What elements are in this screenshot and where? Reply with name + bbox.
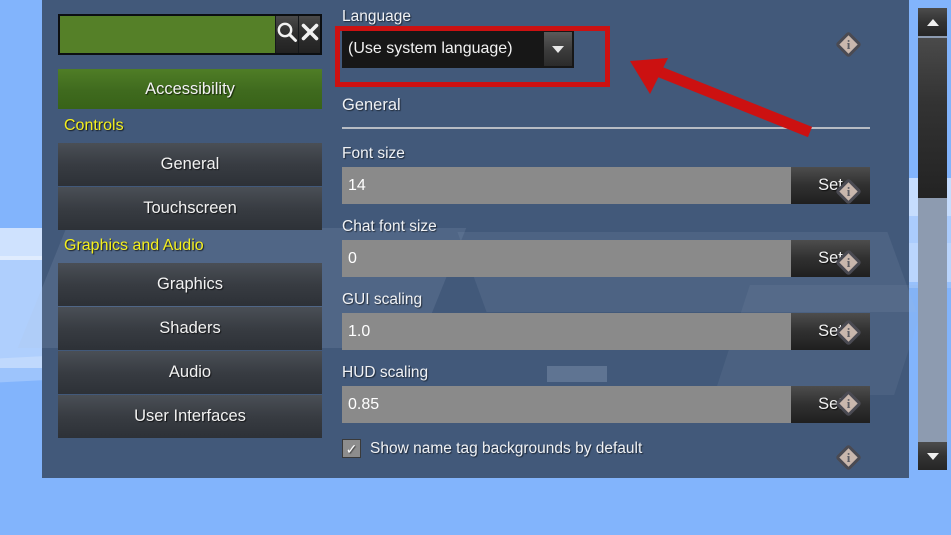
triangle-up-icon [926, 18, 939, 26]
sidebar-item-label: General [160, 155, 220, 173]
section-divider [342, 127, 870, 129]
field-label: Font size [342, 145, 405, 162]
sidebar-group-label-graphics-and-audio: Graphics and Audio [64, 237, 204, 254]
section-title-general: General [342, 96, 401, 114]
name-tag-backgrounds-checkbox[interactable]: ✓ [342, 439, 361, 458]
game-settings-screen: Accessibility Controls General Touchscre… [0, 0, 951, 535]
sidebar-item-shaders[interactable]: Shaders [58, 307, 322, 350]
settings-window: Accessibility Controls General Touchscre… [17, 0, 947, 478]
settings-content-pane: Language (Use system language) General F… [342, 8, 870, 470]
sidebar-item-label: Graphics [156, 275, 224, 293]
content-scrollbar[interactable] [918, 8, 947, 470]
gui-scaling-input[interactable] [342, 313, 791, 350]
sidebar-item-accessibility[interactable]: Accessibility [58, 69, 322, 109]
search-bar [58, 14, 322, 55]
checkbox-label: Show name tag backgrounds by default [370, 439, 643, 457]
sidebar-group-label-controls: Controls [64, 117, 124, 134]
sidebar-item-general[interactable]: General [58, 143, 322, 186]
bottom-toolbar: Back Show technical names Show advanced … [0, 483, 951, 535]
search-icon [276, 21, 298, 48]
field-gui-scaling: GUI scaling Set [342, 291, 870, 350]
chevron-down-icon[interactable] [544, 32, 572, 66]
clear-search-button[interactable] [298, 16, 320, 53]
sidebar-item-touchscreen[interactable]: Touchscreen [58, 187, 322, 230]
language-dropdown-value: (Use system language) [348, 40, 513, 57]
font-size-input[interactable] [342, 167, 791, 204]
check-icon: ✓ [345, 440, 358, 457]
info-icon[interactable]: i [835, 178, 862, 208]
field-font-size: Font size Set [342, 145, 870, 204]
sidebar-item-graphics[interactable]: Graphics [58, 263, 322, 306]
hud-scaling-input[interactable] [342, 386, 791, 423]
language-dropdown[interactable]: (Use system language) [342, 30, 574, 68]
sidebar-item-label: Audio [168, 363, 212, 381]
scrollbar-thumb[interactable] [918, 38, 947, 198]
triangle-down-icon [926, 452, 939, 460]
sidebar-item-label: Shaders [159, 319, 221, 337]
field-label: HUD scaling [342, 364, 429, 381]
field-hud-scaling: HUD scaling Set [342, 364, 870, 423]
sidebar-item-label: Accessibility [145, 79, 235, 98]
info-icon[interactable]: i [835, 390, 862, 420]
info-icon[interactable]: i [835, 249, 862, 279]
field-label: GUI scaling [342, 291, 423, 308]
close-icon [300, 22, 320, 47]
scroll-up-button[interactable] [918, 8, 947, 36]
sidebar-item-audio[interactable]: Audio [58, 351, 322, 394]
info-icon[interactable]: i [835, 444, 862, 474]
info-icon[interactable]: i [835, 31, 862, 61]
sidebar-item-label: Touchscreen [143, 199, 237, 217]
sidebar-item-user-interfaces[interactable]: User Interfaces [58, 395, 322, 438]
language-label: Language [342, 8, 411, 25]
settings-sidebar: Accessibility Controls General Touchscre… [58, 14, 322, 439]
sidebar-item-label: User Interfaces [134, 407, 246, 425]
scroll-down-button[interactable] [918, 442, 947, 470]
info-icon[interactable]: i [835, 319, 862, 349]
checkbox-row-name-tag-backgrounds[interactable]: ✓ Show name tag backgrounds by default [342, 439, 870, 458]
field-chat-font-size: Chat font size Set [342, 218, 870, 277]
field-label: Chat font size [342, 218, 437, 235]
chat-font-size-input[interactable] [342, 240, 791, 277]
search-input[interactable] [60, 16, 275, 53]
search-button[interactable] [275, 16, 298, 53]
